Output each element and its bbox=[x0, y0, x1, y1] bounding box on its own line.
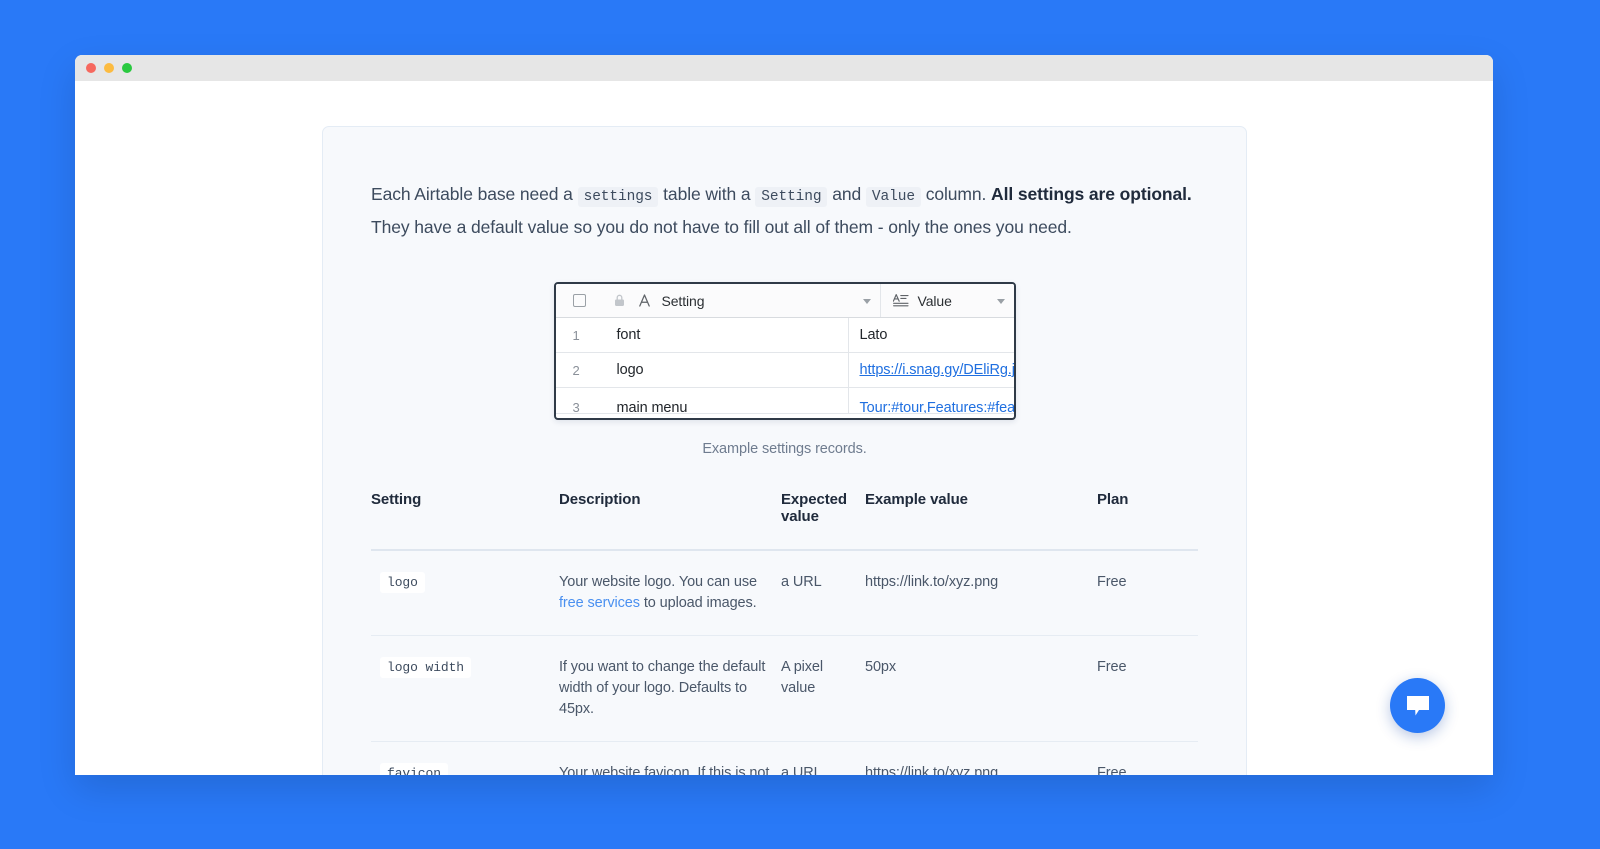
intro-text-3: and bbox=[827, 184, 866, 204]
airtable-cell-setting[interactable]: main menu bbox=[604, 388, 849, 413]
documentation-panel: Each Airtable base need a settings table… bbox=[322, 126, 1247, 775]
airtable-cell-setting[interactable]: font bbox=[604, 318, 849, 352]
description-text-pre: Your website logo. You can use bbox=[559, 574, 758, 590]
lock-icon bbox=[615, 294, 624, 306]
maximize-window-button[interactable] bbox=[122, 63, 132, 73]
airtable-row[interactable]: 3 main menu Tour:#tour,Features:#feature… bbox=[555, 388, 1014, 414]
setting-name-tag: favicon bbox=[380, 763, 448, 775]
setting-name-tag: logo bbox=[380, 572, 425, 593]
close-window-button[interactable] bbox=[86, 63, 96, 73]
airtable-cell-setting[interactable]: logo bbox=[604, 353, 849, 387]
airtable-cell-setting-text: main menu bbox=[616, 399, 688, 414]
header-example-value: Example value bbox=[865, 491, 968, 508]
airtable-cell-setting-text: font bbox=[616, 327, 641, 343]
figure-caption: Example settings records. bbox=[702, 441, 867, 457]
chevron-down-icon[interactable] bbox=[862, 298, 871, 304]
cell-plan: Free bbox=[1097, 741, 1198, 775]
select-all-cell[interactable] bbox=[556, 284, 604, 317]
lock-cell bbox=[604, 284, 636, 317]
chat-bubble-icon bbox=[1406, 695, 1429, 715]
airtable-cell-value-link[interactable]: https://i.snag.gy/DEliRg.jpg bbox=[860, 362, 1014, 378]
header-setting: Setting bbox=[371, 491, 422, 508]
intro-text-2: table with a bbox=[658, 184, 756, 204]
header-description: Description bbox=[559, 491, 641, 508]
cell-description: Your website favicon. If this is not set… bbox=[559, 741, 781, 775]
airtable-row[interactable]: 2 logo https://i.snag.gy/DEliRg.jpg bbox=[555, 353, 1014, 388]
airtable-figure: Setting Value 1 font Lato 2 logo https:/… bbox=[371, 282, 1198, 457]
page-viewport: Each Airtable base need a settings table… bbox=[75, 81, 1493, 775]
chat-widget-button[interactable] bbox=[1390, 678, 1445, 733]
window-titlebar bbox=[75, 55, 1493, 81]
airtable-row-number: 1 bbox=[572, 327, 580, 343]
inline-code-settings: settings bbox=[577, 187, 659, 207]
intro-paragraph: Each Airtable base need a settings table… bbox=[371, 179, 1198, 242]
long-text-field-icon bbox=[892, 293, 910, 308]
cell-example-value: https://link.to/xyz.png bbox=[865, 550, 1097, 636]
cell-expected-value: a URL bbox=[781, 550, 865, 636]
intro-text-1: Each Airtable base need a bbox=[371, 184, 578, 204]
airtable-cell-value[interactable]: https://i.snag.gy/DEliRg.jpg bbox=[849, 353, 1014, 387]
cell-expected-value: A pixel value bbox=[781, 635, 865, 742]
header-expected-value: Expected value bbox=[781, 491, 847, 525]
airtable-col-value-label: Value bbox=[917, 292, 952, 309]
cell-example-value: 50px bbox=[865, 635, 1097, 742]
text-field-icon bbox=[636, 293, 654, 308]
airtable-col-value[interactable]: Value bbox=[881, 284, 1014, 317]
free-services-link[interactable]: free services bbox=[559, 595, 640, 611]
intro-text-5: They have a default value so you do not … bbox=[371, 217, 1072, 237]
airtable-row[interactable]: 1 font Lato bbox=[555, 318, 1014, 353]
cell-example-value: https://link.to/xyz.png bbox=[865, 741, 1097, 775]
browser-window: Each Airtable base need a settings table… bbox=[75, 55, 1493, 775]
airtable-row-number: 2 bbox=[572, 362, 580, 378]
airtable-cell-setting-text: logo bbox=[616, 362, 644, 378]
inline-code-setting: Setting bbox=[755, 187, 828, 207]
cell-setting: favicon bbox=[371, 741, 559, 775]
airtable-cell-value-text: Lato bbox=[859, 327, 888, 343]
airtable-cell-value[interactable]: Lato bbox=[849, 318, 1014, 352]
airtable-cell-value[interactable]: Tour:#tour,Features:#features bbox=[849, 388, 1014, 414]
minimize-window-button[interactable] bbox=[104, 63, 114, 73]
cell-plan: Free bbox=[1097, 550, 1198, 636]
airtable-header-row: Setting Value bbox=[555, 284, 1014, 318]
cell-setting: logo bbox=[371, 550, 559, 636]
airtable-cell-value-link[interactable]: Tour:#tour,Features:#features bbox=[860, 400, 1014, 414]
intro-text-4: column. bbox=[920, 184, 992, 204]
intro-bold-note: All settings are optional. bbox=[991, 184, 1192, 204]
settings-table-header-row: Setting Description Expected value Examp… bbox=[371, 491, 1198, 550]
settings-reference-table: Setting Description Expected value Examp… bbox=[371, 491, 1198, 775]
airtable-col-setting[interactable]: Setting bbox=[636, 284, 881, 317]
table-row: logo width If you want to change the def… bbox=[371, 635, 1198, 742]
airtable-row-number: 3 bbox=[572, 400, 580, 414]
cell-description: If you want to change the default width … bbox=[559, 635, 781, 742]
select-all-checkbox[interactable] bbox=[573, 294, 586, 307]
table-row: logo Your website logo. You can use free… bbox=[371, 550, 1198, 636]
airtable-col-setting-label: Setting bbox=[661, 292, 705, 309]
cell-description: Your website logo. You can use free serv… bbox=[559, 550, 781, 636]
inline-code-value: Value bbox=[865, 187, 921, 207]
airtable-screenshot: Setting Value 1 font Lato 2 logo https:/… bbox=[553, 282, 1016, 420]
cell-expected-value: a URL bbox=[781, 741, 865, 775]
setting-name-tag: logo width bbox=[380, 657, 472, 678]
cell-setting: logo width bbox=[371, 635, 559, 742]
description-text-post: to upload images. bbox=[639, 595, 757, 611]
table-row: favicon Your website favicon. If this is… bbox=[371, 741, 1198, 775]
cell-plan: Free bbox=[1097, 635, 1198, 742]
header-plan: Plan bbox=[1097, 491, 1129, 508]
chevron-down-icon[interactable] bbox=[996, 298, 1005, 304]
